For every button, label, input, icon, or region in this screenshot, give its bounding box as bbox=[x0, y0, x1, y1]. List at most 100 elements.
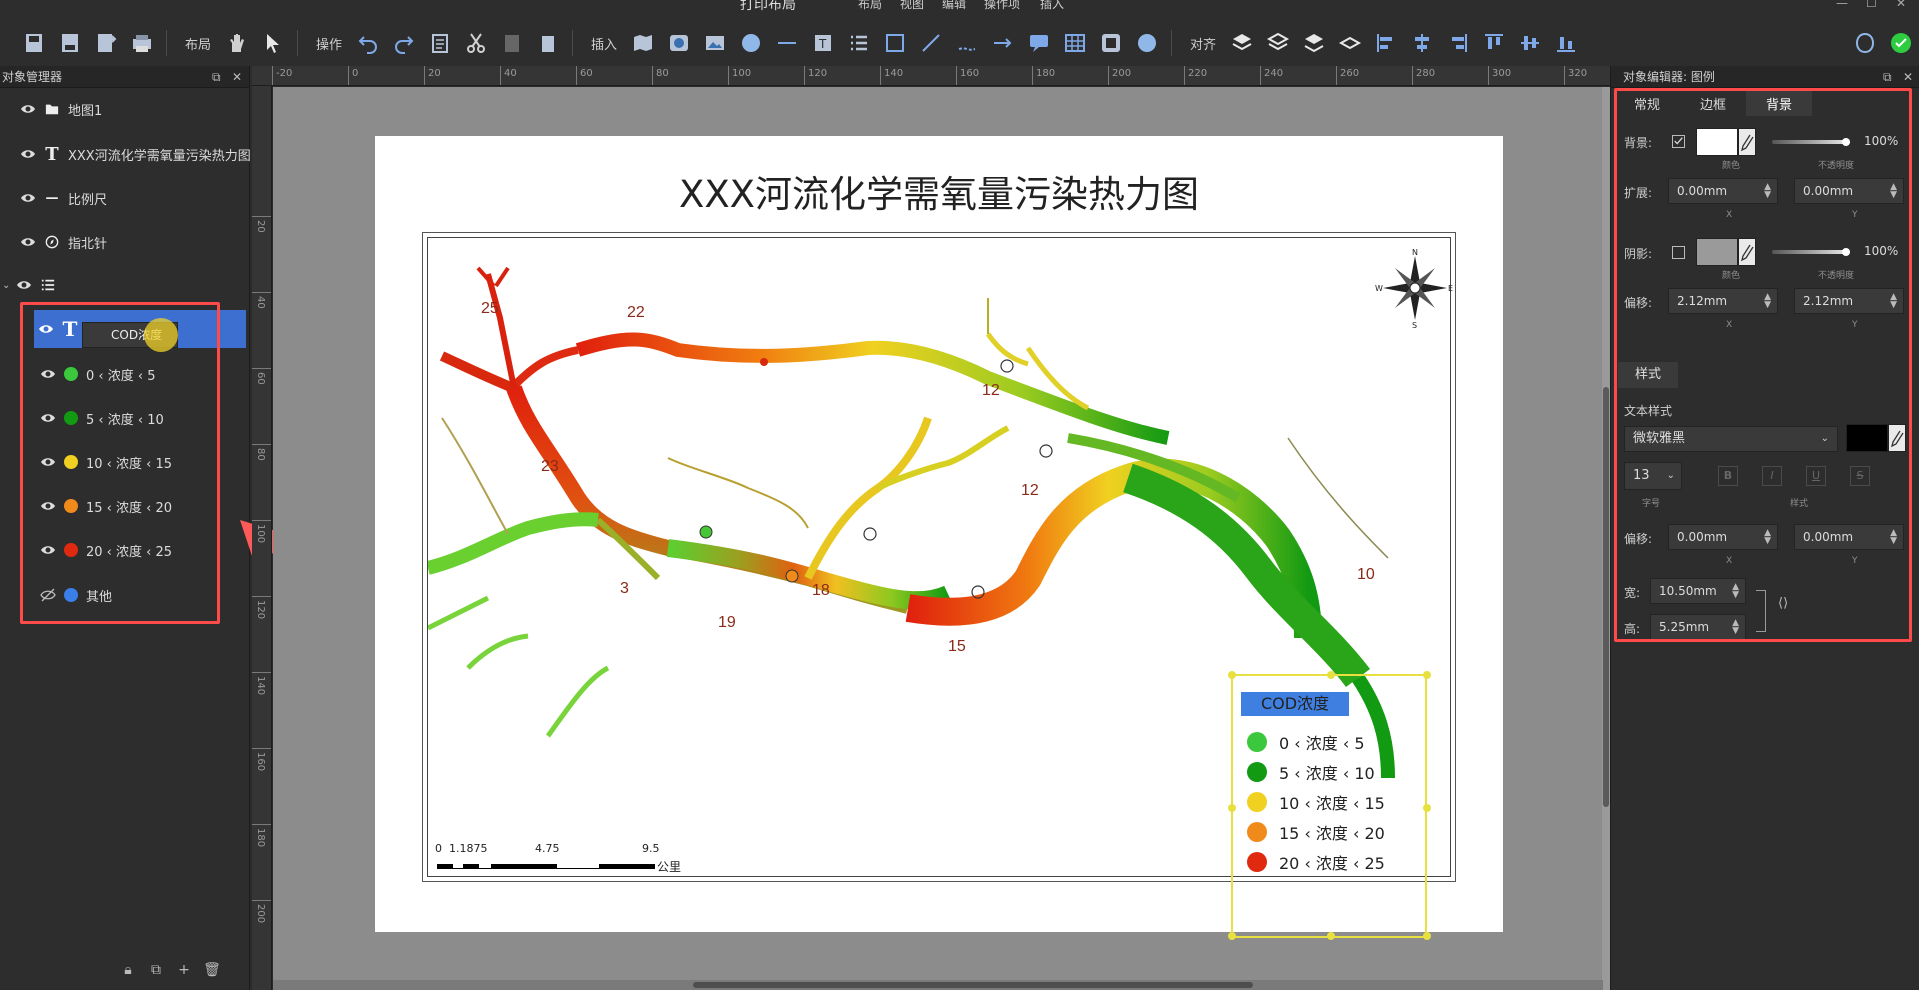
visibility-eye-icon[interactable] bbox=[20, 101, 36, 117]
legend-item: 10 ‹ 浓度 ‹ 15 bbox=[1247, 790, 1385, 814]
insert-text-box-icon[interactable]: T bbox=[810, 30, 836, 56]
tree-item-label: XXX河流化学需氧量污染热力图 bbox=[68, 148, 251, 164]
insert-frame-icon[interactable] bbox=[1098, 30, 1124, 56]
visibility-eye-icon[interactable] bbox=[20, 146, 36, 162]
close-icon[interactable]: ✕ bbox=[1896, 0, 1906, 10]
align-center-h-icon[interactable] bbox=[1409, 30, 1435, 56]
undo-icon[interactable] bbox=[355, 30, 381, 56]
close-panel-icon[interactable]: ✕ bbox=[232, 66, 242, 88]
resize-handle[interactable] bbox=[1228, 671, 1236, 679]
ruler-tick: 180 bbox=[1036, 68, 1056, 79]
map-legend[interactable]: COD浓度 0 ‹ 浓度 ‹ 5 5 ‹ 浓度 ‹ 10 10 ‹ 浓度 ‹ 1… bbox=[1228, 671, 1431, 940]
align-right-icon[interactable] bbox=[1445, 30, 1471, 56]
insert-image-icon[interactable] bbox=[702, 30, 728, 56]
menu-actions[interactable]: 操作项 bbox=[984, 0, 1020, 12]
visibility-eye-icon[interactable] bbox=[20, 190, 36, 206]
plugin-shield-icon[interactable] bbox=[1852, 30, 1878, 56]
toolbar-label-insert: 插入 bbox=[591, 37, 618, 53]
insert-html-icon[interactable] bbox=[1134, 30, 1160, 56]
station-label: 12 bbox=[982, 382, 1000, 399]
map-title[interactable]: XXX河流化学需氧量污染热力图 bbox=[375, 164, 1503, 218]
export-icon[interactable] bbox=[93, 30, 119, 56]
menu-view[interactable]: 视图 bbox=[900, 0, 924, 12]
insert-rectangle-icon[interactable] bbox=[882, 30, 908, 56]
align-top-icon[interactable] bbox=[1481, 30, 1507, 56]
delete-icon[interactable] bbox=[535, 30, 561, 56]
insert-arrow-icon[interactable] bbox=[990, 30, 1016, 56]
status-green-icon[interactable] bbox=[1888, 30, 1914, 56]
bring-to-front-icon[interactable] bbox=[1229, 30, 1255, 56]
visibility-eye-icon[interactable] bbox=[20, 234, 36, 250]
cut-icon[interactable] bbox=[463, 30, 489, 56]
visibility-eye-icon[interactable] bbox=[16, 277, 32, 293]
float-panel-icon[interactable]: ⧉ bbox=[212, 66, 221, 88]
scale-unit: 公里 bbox=[657, 860, 682, 874]
insert-callout-icon[interactable] bbox=[1026, 30, 1052, 56]
insert-list-icon[interactable] bbox=[846, 30, 872, 56]
scale-tick-label: 9.5 bbox=[642, 842, 660, 855]
title-strip: 打印布局 布局 视图 编辑 操作项 插入 — ☐ ✕ bbox=[0, 0, 1919, 12]
resize-handle[interactable] bbox=[1327, 932, 1335, 940]
send-to-back-icon[interactable] bbox=[1337, 30, 1363, 56]
align-center-v-icon[interactable] bbox=[1517, 30, 1543, 56]
add-icon[interactable]: + bbox=[176, 962, 192, 978]
menu-layout[interactable]: 布局 bbox=[858, 0, 882, 12]
resize-handle[interactable] bbox=[1327, 671, 1335, 679]
save-icon[interactable] bbox=[57, 30, 83, 56]
align-left-icon[interactable] bbox=[1373, 30, 1399, 56]
resize-handle[interactable] bbox=[1228, 932, 1236, 940]
send-backward-icon[interactable] bbox=[1301, 30, 1327, 56]
tree-item-legend[interactable]: ⌄ bbox=[2, 272, 64, 298]
scale-tick-label: 1.1875 bbox=[449, 842, 488, 855]
print-icon[interactable] bbox=[129, 30, 155, 56]
float-panel-icon[interactable]: ⧉ bbox=[1883, 66, 1892, 88]
expand-chevron-icon[interactable]: ⌄ bbox=[2, 280, 10, 291]
bring-forward-icon[interactable] bbox=[1265, 30, 1291, 56]
horizontal-ruler: -20 0 20 40 60 80 100 120 140 160 180 20… bbox=[252, 66, 1610, 86]
resize-handle[interactable] bbox=[1423, 932, 1431, 940]
lock-icon[interactable]: 🔒︎ bbox=[120, 962, 136, 978]
horizontal-scrollbar[interactable] bbox=[273, 980, 1603, 990]
insert-globe-icon[interactable] bbox=[666, 30, 692, 56]
menu-edit[interactable]: 编辑 bbox=[942, 0, 966, 12]
insert-map-icon[interactable] bbox=[630, 30, 656, 56]
close-panel-icon[interactable]: ✕ bbox=[1903, 66, 1913, 88]
paste-icon[interactable] bbox=[499, 30, 525, 56]
tree-item-north-arrow[interactable]: 指北针 bbox=[20, 229, 107, 255]
north-arrow[interactable]: N S E W bbox=[1375, 248, 1455, 328]
redo-icon[interactable] bbox=[391, 30, 417, 56]
resize-handle[interactable] bbox=[1423, 671, 1431, 679]
minimize-icon[interactable]: — bbox=[1836, 0, 1848, 10]
trash-icon[interactable]: 🗑︎ bbox=[203, 962, 221, 978]
resize-handle[interactable] bbox=[1423, 804, 1431, 812]
ruler-tick: 120 bbox=[808, 68, 828, 79]
maximize-icon[interactable]: ☐ bbox=[1866, 0, 1877, 10]
vertical-scrollbar[interactable] bbox=[1602, 87, 1610, 990]
insert-table-icon[interactable] bbox=[1062, 30, 1088, 56]
insert-polyline-icon[interactable] bbox=[918, 30, 944, 56]
folder-icon bbox=[44, 101, 60, 117]
legend-swatch bbox=[1247, 822, 1267, 842]
text-item-icon: T bbox=[45, 143, 59, 165]
object-manager-header: 对象管理器 ⧉ ✕ bbox=[0, 66, 249, 88]
toolbar-separator bbox=[166, 30, 167, 56]
toolbar-separator bbox=[297, 30, 299, 56]
tree-item-title-text[interactable]: T XXX河流化学需氧量污染热力图 bbox=[20, 141, 251, 167]
tree-item-scalebar[interactable]: — 比例尺 bbox=[20, 185, 107, 211]
duplicate-icon[interactable]: ⧉ bbox=[148, 962, 164, 978]
pan-hand-icon[interactable] bbox=[224, 30, 250, 56]
print-page[interactable]: XXX河流化学需氧量污染热力图 25 22 12 23 12 3 18 19 1… bbox=[375, 136, 1503, 940]
align-bottom-icon[interactable] bbox=[1553, 30, 1579, 56]
select-pointer-icon[interactable] bbox=[260, 30, 286, 56]
scale-tick-label: 0 bbox=[435, 842, 442, 855]
new-file-icon[interactable] bbox=[21, 30, 47, 56]
insert-dashed-line-icon[interactable] bbox=[954, 30, 980, 56]
legend-title[interactable]: COD浓度 bbox=[1241, 692, 1349, 716]
insert-circle-icon[interactable] bbox=[738, 30, 764, 56]
menu-insert[interactable]: 插入 bbox=[1040, 0, 1064, 12]
insert-line-icon[interactable] bbox=[774, 30, 800, 56]
scale-bar[interactable]: 0 1.1875 4.75 9.5 公里 bbox=[435, 842, 735, 882]
copy-doc-icon[interactable] bbox=[427, 30, 453, 56]
resize-handle[interactable] bbox=[1228, 804, 1236, 812]
tree-item-map[interactable]: 地图1 bbox=[20, 96, 102, 122]
